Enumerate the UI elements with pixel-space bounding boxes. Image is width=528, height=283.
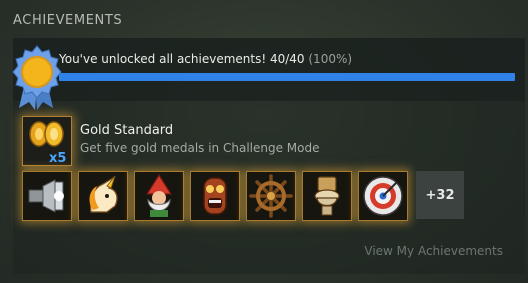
- featured-achievement-name: Gold Standard: [80, 123, 174, 138]
- headlight-icon[interactable]: [22, 171, 72, 221]
- view-my-achievements-link[interactable]: View My Achievements: [364, 244, 503, 258]
- unlock-message: You've unlocked all achievements! 40/40 …: [59, 52, 352, 66]
- dartboard-icon[interactable]: [358, 171, 408, 221]
- unlock-percent: (100%): [308, 52, 353, 66]
- ribbon-medal-icon: [7, 42, 67, 112]
- unicorn-icon[interactable]: [78, 171, 128, 221]
- more-achievements-count[interactable]: +32: [416, 171, 464, 219]
- x5-label: x5: [49, 151, 66, 165]
- gnome-icon[interactable]: [134, 171, 184, 221]
- achievements-panel: You've unlocked all achievements! 40/40 …: [12, 38, 525, 274]
- tiki-mask-icon[interactable]: [190, 171, 240, 221]
- progress-bar-fill: [59, 73, 515, 81]
- ship-wheel-icon[interactable]: [246, 171, 296, 221]
- gold-medals-x5-icon[interactable]: x5: [22, 116, 72, 166]
- unlock-message-text: You've unlocked all achievements! 40/40: [59, 52, 305, 66]
- completion-strip: [13, 38, 525, 101]
- toilet-icon[interactable]: [302, 171, 352, 221]
- featured-achievement-description: Get five gold medals in Challenge Mode: [80, 141, 320, 155]
- progress-bar: [59, 73, 515, 81]
- section-title: ACHIEVEMENTS: [13, 13, 123, 28]
